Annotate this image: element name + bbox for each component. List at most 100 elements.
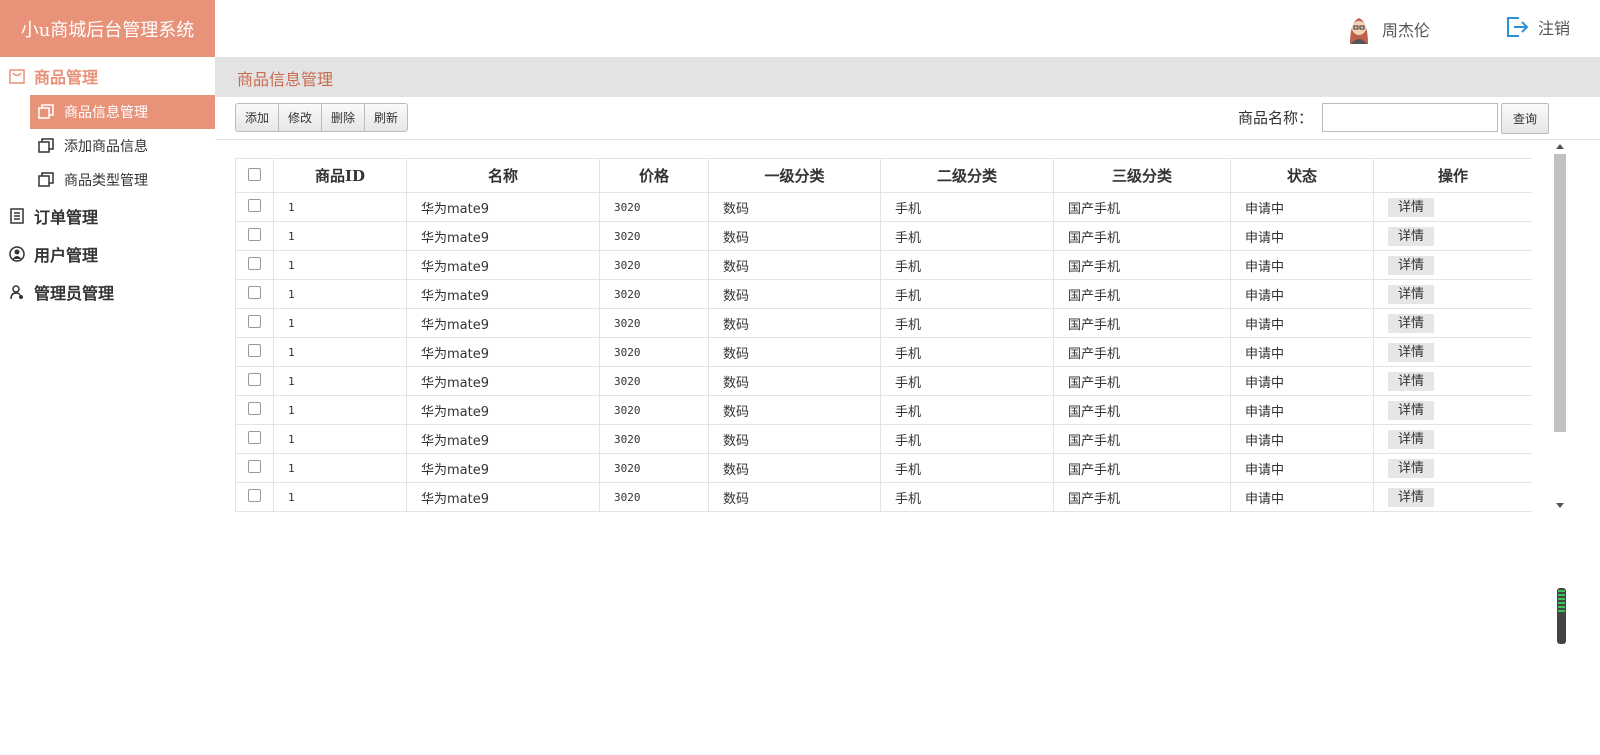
- sidebar: 商品管理 商品信息管理 添加商品信息 商品类型管理 订单管理 用户管理 管理员管…: [0, 57, 215, 755]
- table-cell: 申请中: [1230, 308, 1374, 338]
- row-checkbox[interactable]: [247, 256, 261, 270]
- column-header[interactable]: 价格: [599, 158, 709, 193]
- row-checkbox[interactable]: [247, 488, 261, 502]
- scroll-up-icon[interactable]: [1556, 144, 1564, 149]
- table-row[interactable]: 1华为mate93020数码手机国产手机申请中详情: [235, 192, 1532, 222]
- row-select-cell: [235, 424, 274, 454]
- detail-button[interactable]: 详情: [1388, 400, 1434, 420]
- table-cell: 华为mate9: [406, 337, 600, 367]
- table-cell: 数码: [708, 395, 881, 425]
- logout-label: 注销: [1537, 19, 1570, 38]
- detail-button[interactable]: 详情: [1388, 313, 1434, 333]
- row-checkbox[interactable]: [247, 198, 261, 212]
- table-cell: 国产手机: [1053, 308, 1231, 338]
- table-cell: 华为mate9: [406, 511, 600, 512]
- column-header[interactable]: 操作: [1373, 158, 1532, 193]
- table-cell: 华为mate9: [406, 453, 600, 483]
- edit-button[interactable]: 修改: [278, 103, 323, 132]
- column-header[interactable]: 三级分类: [1053, 158, 1231, 193]
- table-cell: 手机: [880, 424, 1054, 454]
- table-cell: 申请中: [1230, 482, 1374, 512]
- column-header[interactable]: 名称: [406, 158, 600, 193]
- row-select-cell: [235, 395, 274, 425]
- table-cell: 数码: [708, 221, 881, 251]
- detail-button[interactable]: 详情: [1388, 342, 1434, 362]
- row-checkbox[interactable]: [247, 459, 261, 473]
- column-header[interactable]: 商品ID: [273, 158, 407, 193]
- detail-button[interactable]: 详情: [1388, 371, 1434, 391]
- table-cell: 1: [273, 337, 407, 367]
- scroll-down-icon[interactable]: [1556, 503, 1564, 508]
- column-header[interactable]: 二级分类: [880, 158, 1054, 193]
- row-checkbox[interactable]: [247, 430, 261, 444]
- sidebar-group-products[interactable]: 商品管理: [0, 57, 215, 95]
- table-row[interactable]: 1华为mate93020数码手机国产手机申请中详情: [235, 395, 1532, 425]
- table-header-row: 商品ID 名称 价格 一级分类 二级分类 三级分类 状态 操作: [235, 158, 1532, 193]
- sidebar-item-product-types[interactable]: 商品类型管理: [30, 163, 215, 197]
- table-row[interactable]: 1华为mate93020数码手机国产手机申请中详情: [235, 482, 1532, 512]
- table-row[interactable]: 1华为mate93020数码手机国产手机申请中详情: [235, 424, 1532, 454]
- detail-button[interactable]: 详情: [1388, 429, 1434, 449]
- row-checkbox[interactable]: [247, 227, 261, 241]
- sidebar-group-orders[interactable]: 订单管理: [0, 197, 215, 235]
- sidebar-group-admins[interactable]: 管理员管理: [0, 273, 215, 311]
- table-cell: 申请中: [1230, 424, 1374, 454]
- action-cell: 详情: [1373, 511, 1532, 512]
- table-row[interactable]: 1华为mate93020数码手机国产手机申请中详情: [235, 250, 1532, 280]
- table-cell: 3020: [599, 453, 709, 483]
- table-row[interactable]: 1华为mate93020数码手机国产手机申请中详情: [235, 221, 1532, 251]
- row-checkbox[interactable]: [247, 372, 261, 386]
- user-info[interactable]: 周杰伦: [1344, 14, 1430, 44]
- delete-button[interactable]: 删除: [321, 103, 366, 132]
- side-widget-icon[interactable]: [1557, 588, 1566, 644]
- logout-button[interactable]: 注销: [1504, 14, 1570, 40]
- table-cell: 1: [273, 366, 407, 396]
- table-row[interactable]: 1华为mate93020数码手机国产手机申请中详情: [235, 337, 1532, 367]
- sidebar-group-users[interactable]: 用户管理: [0, 235, 215, 273]
- detail-button[interactable]: 详情: [1388, 226, 1434, 246]
- column-header[interactable]: 一级分类: [708, 158, 881, 193]
- row-checkbox[interactable]: [247, 401, 261, 415]
- detail-button[interactable]: 详情: [1388, 487, 1434, 507]
- table-cell: 国产手机: [1053, 337, 1231, 367]
- action-cell: 详情: [1373, 424, 1532, 454]
- select-all-checkbox[interactable]: [247, 167, 261, 181]
- table-row[interactable]: 1华为mate93020数码手机国产手机申请中详情: [235, 453, 1532, 483]
- table-cell: 3020: [599, 221, 709, 251]
- table-row[interactable]: 1华为mate93020数码手机国产手机申请中详情: [235, 308, 1532, 338]
- table-cell: 申请中: [1230, 250, 1374, 280]
- detail-button[interactable]: 详情: [1388, 255, 1434, 275]
- table-scrollbar[interactable]: [1552, 140, 1568, 512]
- table-cell: 1: [273, 511, 407, 512]
- add-button[interactable]: 添加: [235, 103, 280, 132]
- row-select-cell: [235, 453, 274, 483]
- column-header[interactable]: 状态: [1230, 158, 1374, 193]
- table-cell: 3020: [599, 337, 709, 367]
- refresh-button[interactable]: 刷新: [364, 103, 409, 132]
- table-cell: 3020: [599, 366, 709, 396]
- row-checkbox[interactable]: [247, 343, 261, 357]
- row-checkbox[interactable]: [247, 314, 261, 328]
- table-cell: 华为mate9: [406, 192, 600, 222]
- copy-icon: [38, 138, 54, 153]
- select-all-cell: [235, 158, 274, 193]
- action-cell: 详情: [1373, 366, 1532, 396]
- detail-button[interactable]: 详情: [1388, 458, 1434, 478]
- table-row[interactable]: 1华为mate93020数码手机国产手机申请中详情: [235, 511, 1532, 512]
- table-row[interactable]: 1华为mate93020数码手机国产手机申请中详情: [235, 366, 1532, 396]
- detail-button[interactable]: 详情: [1388, 197, 1434, 217]
- row-checkbox[interactable]: [247, 285, 261, 299]
- table-cell: 数码: [708, 337, 881, 367]
- table-cell: 华为mate9: [406, 221, 600, 251]
- search-button[interactable]: 查询: [1501, 103, 1550, 134]
- detail-button[interactable]: 详情: [1388, 284, 1434, 304]
- table-row[interactable]: 1华为mate93020数码手机国产手机申请中详情: [235, 279, 1532, 309]
- table-cell: 国产手机: [1053, 511, 1231, 512]
- table-cell: 1: [273, 250, 407, 280]
- table-cell: 国产手机: [1053, 453, 1231, 483]
- search-input[interactable]: [1322, 103, 1498, 132]
- sidebar-group-label: 管理员管理: [34, 284, 115, 303]
- sidebar-item-product-info[interactable]: 商品信息管理: [30, 95, 215, 129]
- scroll-thumb[interactable]: [1554, 154, 1566, 432]
- sidebar-item-add-product[interactable]: 添加商品信息: [30, 129, 215, 163]
